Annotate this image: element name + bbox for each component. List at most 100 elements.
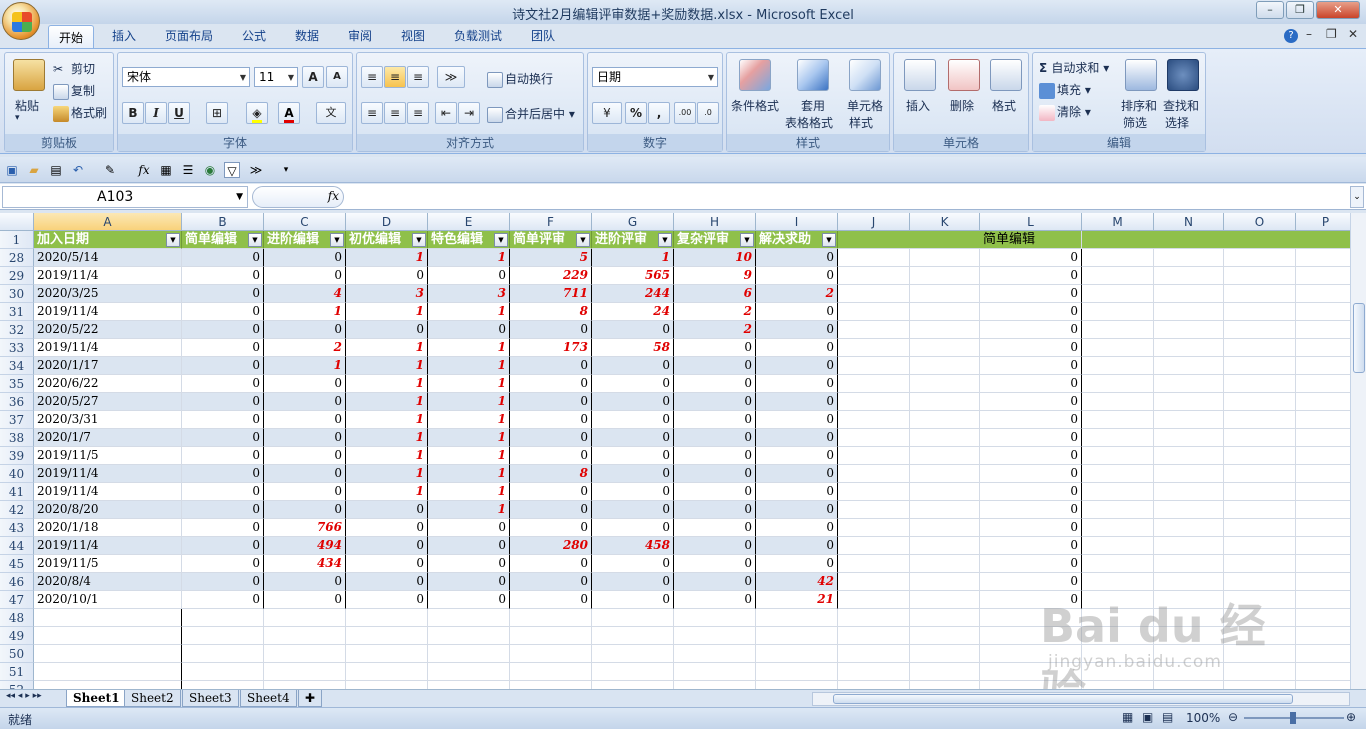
paste-button[interactable]: 粘贴 <box>15 97 39 114</box>
value-cell[interactable]: 0 <box>182 573 264 591</box>
empty-cell[interactable] <box>592 663 674 681</box>
sheet-tab-3[interactable]: Sheet3 <box>182 690 239 707</box>
empty-cell[interactable] <box>838 429 910 447</box>
empty-cell[interactable] <box>1154 375 1224 393</box>
value-cell[interactable]: 1 <box>346 339 428 357</box>
value-cell[interactable]: 3 <box>428 285 510 303</box>
value-cell[interactable]: 0 <box>674 501 756 519</box>
column-header-i[interactable]: I <box>756 213 838 231</box>
table-header-cell[interactable]: 特色编辑 ▼ <box>428 231 510 249</box>
value-cell[interactable]: 0 <box>592 357 674 375</box>
column-header-a[interactable]: A <box>34 213 182 231</box>
l-value-cell[interactable]: 0 <box>980 573 1082 591</box>
empty-cell[interactable] <box>1296 339 1350 357</box>
tab-page-layout[interactable]: 页面布局 <box>165 27 213 44</box>
orientation-button[interactable]: ≫ <box>437 66 465 88</box>
value-cell[interactable]: 0 <box>592 447 674 465</box>
draw-border-icon[interactable]: ✎ <box>102 162 118 178</box>
comma-button[interactable]: , <box>648 102 670 124</box>
row-header[interactable]: 41 <box>0 483 34 501</box>
empty-cell[interactable] <box>838 411 910 429</box>
value-cell[interactable]: 0 <box>510 375 592 393</box>
expand-formula-bar-icon[interactable]: ⌄ <box>1350 186 1364 208</box>
empty-cell[interactable] <box>838 465 910 483</box>
value-cell[interactable]: 0 <box>428 555 510 573</box>
empty-cell[interactable] <box>592 645 674 663</box>
empty-cell[interactable] <box>1296 429 1350 447</box>
value-cell[interactable]: 1 <box>428 501 510 519</box>
value-cell[interactable]: 0 <box>346 321 428 339</box>
empty-cell[interactable] <box>1296 267 1350 285</box>
empty-cell[interactable] <box>910 321 980 339</box>
align-center-button[interactable]: ≡ <box>384 102 406 124</box>
value-cell[interactable]: 0 <box>592 501 674 519</box>
insert-function-icon[interactable]: fx <box>136 162 152 178</box>
value-cell[interactable]: 1 <box>346 393 428 411</box>
empty-cell[interactable] <box>1296 609 1350 627</box>
empty-cell[interactable] <box>1082 357 1154 375</box>
filter-dropdown-icon[interactable]: ▼ <box>494 233 508 247</box>
fill-color-button[interactable]: ◈ <box>246 102 268 124</box>
copy-button[interactable]: 复制 <box>53 82 95 100</box>
empty-cell[interactable] <box>1224 519 1296 537</box>
row-header[interactable]: 52 <box>0 681 34 689</box>
empty-cell[interactable] <box>838 645 910 663</box>
row-header[interactable]: 28 <box>0 249 34 267</box>
value-cell[interactable]: 0 <box>510 555 592 573</box>
empty-cell[interactable] <box>910 357 980 375</box>
empty-cell[interactable] <box>1224 249 1296 267</box>
empty-cell[interactable] <box>910 249 980 267</box>
empty-cell[interactable] <box>756 609 838 627</box>
value-cell[interactable]: 0 <box>756 321 838 339</box>
value-cell[interactable]: 0 <box>264 591 346 609</box>
empty-cell[interactable] <box>1296 465 1350 483</box>
empty-cell[interactable] <box>1154 267 1224 285</box>
empty-cell[interactable] <box>34 609 182 627</box>
empty-cell[interactable] <box>428 609 510 627</box>
value-cell[interactable]: 0 <box>674 375 756 393</box>
value-cell[interactable]: 0 <box>182 249 264 267</box>
date-cell[interactable]: 2020/8/4 <box>34 573 182 591</box>
l-value-cell[interactable]: 0 <box>980 303 1082 321</box>
empty-cell[interactable] <box>510 663 592 681</box>
clear-button[interactable]: 清除 ▾ <box>1039 103 1091 121</box>
empty-cell[interactable] <box>428 645 510 663</box>
value-cell[interactable]: 0 <box>756 447 838 465</box>
empty-cell[interactable] <box>674 627 756 645</box>
empty-cell[interactable] <box>910 663 980 681</box>
date-cell[interactable]: 2019/11/4 <box>34 339 182 357</box>
empty-cell[interactable] <box>910 591 980 609</box>
empty-cell[interactable] <box>1296 501 1350 519</box>
empty-cell[interactable] <box>1154 537 1224 555</box>
empty-cell[interactable] <box>910 501 980 519</box>
empty-cell[interactable] <box>592 609 674 627</box>
value-cell[interactable]: 0 <box>182 267 264 285</box>
value-cell[interactable]: 0 <box>674 447 756 465</box>
row-header[interactable]: 1 <box>0 231 34 249</box>
value-cell[interactable]: 0 <box>428 573 510 591</box>
value-cell[interactable]: 1 <box>264 303 346 321</box>
value-cell[interactable]: 2 <box>674 303 756 321</box>
empty-cell[interactable] <box>838 555 910 573</box>
empty-cell[interactable] <box>1082 411 1154 429</box>
value-cell[interactable]: 0 <box>264 393 346 411</box>
value-cell[interactable]: 0 <box>756 537 838 555</box>
value-cell[interactable]: 0 <box>510 519 592 537</box>
date-cell[interactable]: 2020/8/20 <box>34 501 182 519</box>
filter-dropdown-icon[interactable]: ▼ <box>166 233 180 247</box>
value-cell[interactable]: 0 <box>264 249 346 267</box>
value-cell[interactable]: 0 <box>264 321 346 339</box>
column-header-h[interactable]: H <box>674 213 756 231</box>
sheet-tab-1[interactable]: Sheet1 <box>66 690 127 707</box>
sheet-tab-4[interactable]: Sheet4 <box>240 690 297 707</box>
empty-cell[interactable] <box>1224 483 1296 501</box>
column-header-e[interactable]: E <box>428 213 510 231</box>
empty-cell[interactable] <box>428 663 510 681</box>
filter-dropdown-icon[interactable]: ▼ <box>822 233 836 247</box>
table-header-cell[interactable]: 加入日期 ▼ <box>34 231 182 249</box>
empty-cell[interactable] <box>910 645 980 663</box>
sheet-nav-icon[interactable]: ◂◂ ◂ ▸ ▸▸ <box>6 691 42 701</box>
l-value-cell[interactable]: 0 <box>980 339 1082 357</box>
name-box[interactable]: A103 ▼ <box>2 186 248 208</box>
empty-cell[interactable] <box>910 375 980 393</box>
